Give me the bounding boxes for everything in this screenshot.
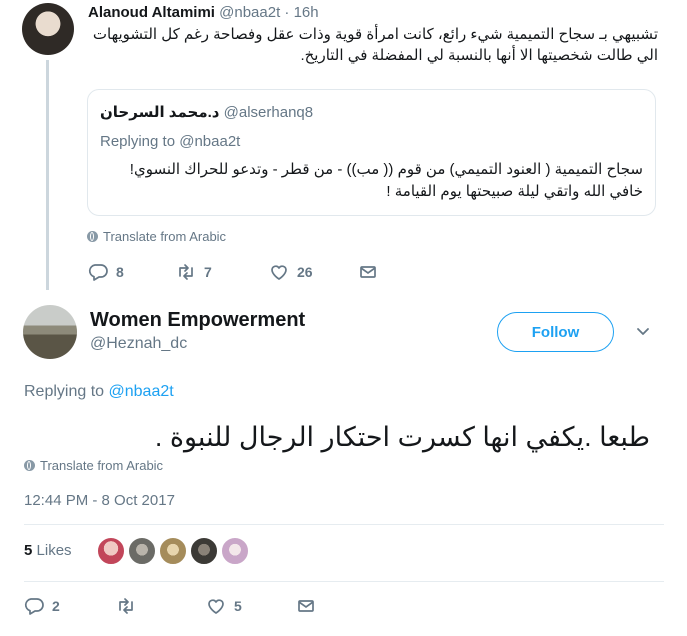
heart-icon xyxy=(206,596,226,616)
envelope-icon xyxy=(296,596,316,616)
quoted-replying-handle: @nbaa2t xyxy=(179,133,241,150)
likes-count: 5 xyxy=(24,542,33,559)
liker-avatar[interactable] xyxy=(127,536,157,566)
main-tweet-text: طبعا .يكفي انها كسرت احتكار الرجال للنبو… xyxy=(154,422,650,452)
quoted-replying-prefix: Replying to xyxy=(100,133,176,150)
quoted-replying-to: Replying to @nbaa2t xyxy=(100,133,240,150)
chevron-down-icon[interactable] xyxy=(636,324,650,338)
main-translate-link[interactable]: Translate from Arabic xyxy=(24,458,163,473)
main-tweet-timestamp[interactable]: 12:44 PM - 8 Oct 2017 xyxy=(24,492,175,509)
parent-retweet-button[interactable]: 7 xyxy=(176,262,212,282)
retweet-icon xyxy=(116,596,136,616)
likes-summary[interactable]: 5 Likes xyxy=(24,542,72,559)
parent-translate-link[interactable]: Translate from Arabic xyxy=(87,229,226,244)
quoted-author-handle: @alserhanq8 xyxy=(223,104,314,121)
quoted-tweet-text: سجاح التميمية ( العنود التميمي) من قوم (… xyxy=(129,161,643,200)
parent-like-button[interactable]: 26 xyxy=(269,262,313,282)
parent-translate-label: Translate from Arabic xyxy=(103,229,227,244)
main-reply-button[interactable]: 2 xyxy=(24,596,60,616)
envelope-icon xyxy=(358,262,378,282)
reply-icon xyxy=(88,262,108,282)
parent-reply-button[interactable]: 8 xyxy=(88,262,124,282)
quoted-author-name: د.محمد السرحان xyxy=(100,104,220,121)
parent-author-avatar[interactable] xyxy=(22,3,74,55)
retweet-icon xyxy=(176,262,196,282)
parent-retweet-count: 7 xyxy=(204,264,212,280)
liker-avatar[interactable] xyxy=(189,536,219,566)
likes-label: Likes xyxy=(36,542,72,559)
liker-avatar[interactable] xyxy=(158,536,188,566)
main-like-count: 5 xyxy=(234,598,242,614)
heart-icon xyxy=(269,262,289,282)
main-author-name[interactable]: Women Empowerment xyxy=(90,309,305,332)
main-replying-handle[interactable]: @nbaa2t xyxy=(109,383,174,400)
main-author-avatar[interactable] xyxy=(23,305,77,359)
parent-tweet-header: Alanoud Altamimi @nbaa2t · 16h xyxy=(88,4,319,21)
dot-separator: · xyxy=(284,4,290,21)
quoted-tweet-header: د.محمد السرحان @alserhanq8 xyxy=(100,103,313,121)
parent-like-count: 26 xyxy=(297,264,313,280)
tweet-conversation: Alanoud Altamimi @nbaa2t · 16h تشبيهي بـ… xyxy=(0,0,687,636)
parent-reply-count: 8 xyxy=(116,264,124,280)
liker-avatar[interactable] xyxy=(220,536,250,566)
main-like-button[interactable]: 5 xyxy=(206,596,242,616)
parent-author-handle[interactable]: @nbaa2t xyxy=(219,4,280,21)
parent-message-button[interactable] xyxy=(358,262,378,282)
divider xyxy=(24,581,664,582)
globe-icon xyxy=(87,231,98,242)
liker-avatar[interactable] xyxy=(96,536,126,566)
parent-tweet-text: تشبيهي بـ سجاح التميمية شيء رائع، كانت ا… xyxy=(92,26,658,64)
thread-connector-line xyxy=(46,60,49,290)
divider xyxy=(24,524,664,525)
main-replying-to: Replying to @nbaa2t xyxy=(24,383,174,401)
follow-button[interactable]: Follow xyxy=(497,312,614,352)
quoted-tweet-card[interactable]: د.محمد السرحان @alserhanq8 Replying to @… xyxy=(87,89,656,216)
main-reply-count: 2 xyxy=(52,598,60,614)
main-retweet-button[interactable] xyxy=(116,596,144,616)
main-replying-prefix: Replying to xyxy=(24,383,105,400)
reply-icon xyxy=(24,596,44,616)
globe-icon xyxy=(24,460,35,471)
main-author-handle[interactable]: @Heznah_dc xyxy=(90,335,187,353)
parent-author-name[interactable]: Alanoud Altamimi xyxy=(88,4,215,21)
main-translate-label: Translate from Arabic xyxy=(40,458,164,473)
parent-tweet-time[interactable]: 16h xyxy=(294,4,319,21)
main-message-button[interactable] xyxy=(296,596,316,616)
